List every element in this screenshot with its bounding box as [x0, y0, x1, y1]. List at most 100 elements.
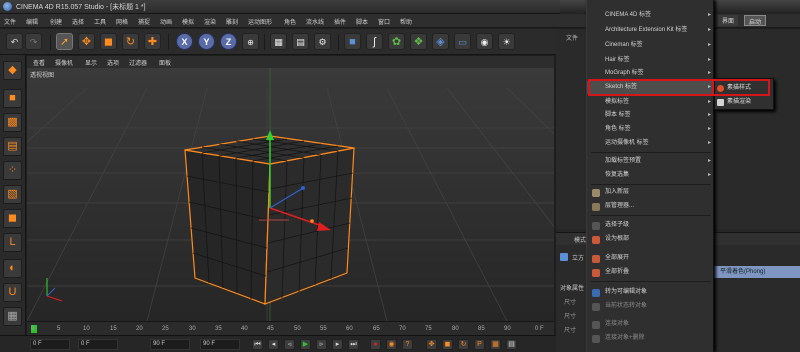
tweak-mode-icon[interactable]: ◐: [3, 259, 22, 278]
menu-item-cineman-tags[interactable]: Cineman 标签 ▸: [587, 39, 715, 52]
cube-icon[interactable]: ■: [344, 33, 361, 50]
axis-mode-icon[interactable]: L: [3, 233, 22, 252]
phong-tag-label[interactable]: 平滑着色(Phong): [714, 266, 800, 278]
x-axis-lock-icon[interactable]: X: [176, 33, 193, 50]
menu-item-character-tags[interactable]: 角色 标签 ▸: [587, 123, 715, 136]
snap-magnet-icon[interactable]: U: [3, 283, 22, 302]
next-frame-icon[interactable]: ▹: [316, 339, 327, 350]
spline-pen-icon[interactable]: ʃ: [366, 33, 383, 50]
timeline-settings-icon[interactable]: ▤: [506, 339, 517, 350]
redo-icon[interactable]: ↷: [25, 33, 42, 50]
light-icon[interactable]: ☀: [498, 33, 515, 50]
menu-edit[interactable]: 编辑: [26, 17, 38, 26]
menu-select[interactable]: 选择: [72, 17, 84, 26]
menu-mograph[interactable]: 运动图形: [248, 17, 272, 26]
menu-plugins[interactable]: 插件: [334, 17, 346, 26]
menu-script[interactable]: 脚本: [356, 17, 368, 26]
points-mode-icon[interactable]: ⁘: [3, 161, 22, 180]
prev-key-icon[interactable]: ◂: [268, 339, 279, 350]
menu-animate[interactable]: 动画: [160, 17, 172, 26]
rotation-key-icon[interactable]: ↻: [458, 339, 469, 350]
render-view-icon[interactable]: ▦: [270, 33, 287, 50]
attribute-mode-label[interactable]: 模式: [574, 235, 586, 244]
next-key-icon[interactable]: ▸: [332, 339, 343, 350]
camera-icon[interactable]: ◉: [476, 33, 493, 50]
menu-file[interactable]: 文件: [4, 17, 16, 26]
start-frame-field[interactable]: 0 F: [30, 339, 70, 350]
prev-frame-icon[interactable]: ◃: [284, 339, 295, 350]
autokey-icon[interactable]: ◉: [386, 339, 397, 350]
menu-snap[interactable]: 捕捉: [138, 17, 150, 26]
subdivision-surface-icon[interactable]: ✿: [388, 33, 405, 50]
menu-item-expand-all[interactable]: 全部展开: [587, 252, 715, 265]
layout-dropdown[interactable]: 启动: [744, 15, 767, 26]
rotate-icon[interactable]: ↻: [122, 33, 139, 50]
timeline-ruler[interactable]: 0 5 10 15 20 25 30 35 40 45 50 55 60 65 …: [27, 321, 554, 335]
menu-render[interactable]: 渲染: [204, 17, 216, 26]
menu-character[interactable]: 角色: [284, 17, 296, 26]
menu-item-collapse-all[interactable]: 全部折叠: [587, 266, 715, 279]
menu-create[interactable]: 创建: [50, 17, 62, 26]
preview-end-field[interactable]: 90 F: [200, 339, 240, 350]
select-arrow-icon[interactable]: ➚: [56, 33, 73, 50]
viewport-menu-display[interactable]: 显示: [85, 58, 97, 67]
floor-icon[interactable]: ▭: [454, 33, 471, 50]
model-mode-icon[interactable]: ■: [3, 89, 22, 108]
add-icon[interactable]: ✚: [144, 33, 161, 50]
make-editable-icon[interactable]: ◆: [3, 61, 22, 80]
menu-item-load-tag-preset[interactable]: 加载标签预置 ▸: [587, 155, 715, 168]
menu-item-current-state-to-object[interactable]: 当前状态转对象: [587, 300, 715, 313]
goto-end-icon[interactable]: ⏭: [348, 339, 359, 350]
texture-mode-icon[interactable]: ▩: [3, 113, 22, 132]
y-axis-lock-icon[interactable]: Y: [198, 33, 215, 50]
menu-tools[interactable]: 工具: [94, 17, 106, 26]
point-level-key-icon[interactable]: ▦: [490, 339, 501, 350]
menu-item-add-new-layer[interactable]: 加入新层: [587, 186, 715, 199]
menu-pipeline[interactable]: 流水线: [306, 17, 324, 26]
render-picture-viewer-icon[interactable]: ▤: [292, 33, 309, 50]
keyframe-selection-icon[interactable]: ?: [402, 339, 413, 350]
viewport-menu-view[interactable]: 查看: [33, 58, 45, 67]
array-icon[interactable]: ❖: [410, 33, 427, 50]
workplane-icon[interactable]: ▤: [3, 137, 22, 156]
menu-item-layer-manager[interactable]: 层管理器...: [587, 200, 715, 213]
object-manager-tab[interactable]: 文件: [566, 33, 578, 42]
position-key-icon[interactable]: ✥: [426, 339, 437, 350]
current-frame-field[interactable]: 0 F: [78, 339, 118, 350]
menu-mesh[interactable]: 网格: [116, 17, 128, 26]
menu-item-cinema4d-tags[interactable]: CINEMA 4D 标签 ▸: [587, 9, 715, 22]
end-frame-field[interactable]: 90 F: [150, 339, 190, 350]
coordinate-system-icon[interactable]: ⊕: [242, 33, 259, 50]
menu-item-simulation-tags[interactable]: 模拟标签 ▸: [587, 96, 715, 109]
perspective-viewport[interactable]: 透视视图: [27, 68, 554, 321]
scale-icon[interactable]: ◼: [100, 33, 117, 50]
record-icon[interactable]: ●: [370, 339, 381, 350]
menu-item-set-as-root[interactable]: 设为根部: [587, 233, 715, 246]
move-icon[interactable]: ✥: [78, 33, 95, 50]
polygons-mode-icon[interactable]: ◼: [3, 209, 22, 228]
viewport-menu-panel[interactable]: 面板: [159, 58, 171, 67]
menu-item-architecture-tags[interactable]: Architecture Extension Kit 标签 ▸: [587, 24, 715, 37]
viewport-menu-camera[interactable]: 摄像机: [55, 58, 73, 67]
submenu-item-sketch-render[interactable]: 素描渲染: [715, 96, 773, 109]
menu-window[interactable]: 窗口: [378, 17, 390, 26]
render-settings-icon[interactable]: ⚙: [314, 33, 331, 50]
undo-icon[interactable]: ↶: [6, 33, 23, 50]
menu-item-select-children[interactable]: 选择子级: [587, 219, 715, 232]
menu-simulate[interactable]: 模拟: [182, 17, 194, 26]
menu-item-script-tags[interactable]: 脚本 标签 ▸: [587, 109, 715, 122]
z-axis-lock-icon[interactable]: Z: [220, 33, 237, 50]
menu-item-connect-objects-delete[interactable]: 连接对象+删除: [587, 332, 715, 345]
play-icon[interactable]: ▶: [300, 339, 311, 350]
scale-key-icon[interactable]: ◼: [442, 339, 453, 350]
viewport-menu-filter[interactable]: 过滤器: [129, 58, 147, 67]
menu-item-motion-camera-tags[interactable]: 运动摄像机 标签 ▸: [587, 137, 715, 150]
deformer-icon[interactable]: ◈: [432, 33, 449, 50]
menu-sculpt[interactable]: 雕刻: [226, 17, 238, 26]
menu-item-connect-objects[interactable]: 连接对象: [587, 318, 715, 331]
edges-mode-icon[interactable]: ▧: [3, 185, 22, 204]
menu-help[interactable]: 帮助: [400, 17, 412, 26]
menu-item-hair-tags[interactable]: Hair 标签 ▸: [587, 54, 715, 67]
goto-start-icon[interactable]: ⏮: [252, 339, 263, 350]
workplane-grid-icon[interactable]: ▦: [3, 307, 22, 326]
